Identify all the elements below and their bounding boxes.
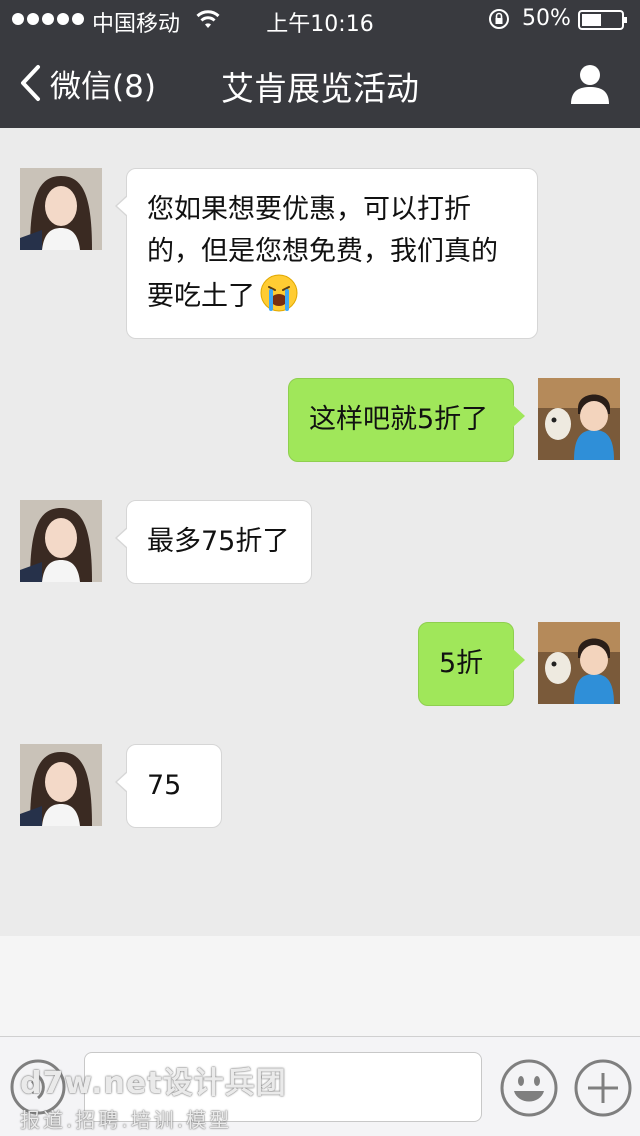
status-bar: 中国移动 上午10:16 50%: [0, 0, 640, 40]
avatar[interactable]: [538, 378, 620, 460]
avatar[interactable]: [538, 622, 620, 704]
top-bar: 中国移动 上午10:16 50% 微信(8) 艾肯展览活动: [0, 0, 640, 128]
avatar[interactable]: [20, 500, 102, 582]
message-input[interactable]: [84, 1052, 482, 1122]
plus-icon[interactable]: [574, 1059, 632, 1117]
emoji-icon[interactable]: [500, 1059, 558, 1117]
message-list[interactable]: 您如果想要优惠，可以打折的，但是您想免费，我们真的要吃土了 这样吧就5折了 最多…: [0, 128, 640, 936]
message-bubble[interactable]: 最多75折了: [115, 500, 312, 584]
avatar[interactable]: [20, 168, 102, 250]
input-toolbar: [0, 1036, 640, 1136]
compose-area: [0, 936, 640, 1036]
rotation-lock-icon: [489, 9, 509, 29]
chat-title: 艾肯展览活动: [221, 69, 419, 108]
message-text: 您如果想要优惠，可以打折的，但是您想免费，我们真的要吃土了: [147, 194, 498, 312]
child-avatar-image: [538, 378, 620, 460]
avatar[interactable]: [20, 744, 102, 826]
female-avatar-image: [20, 168, 102, 250]
female-avatar-image: [20, 744, 102, 826]
message-bubble[interactable]: 75: [115, 744, 222, 828]
contact-profile-icon[interactable]: [568, 62, 612, 106]
message-bubble[interactable]: 这样吧就5折了: [288, 378, 525, 462]
female-avatar-image: [20, 500, 102, 582]
child-avatar-image: [538, 622, 620, 704]
battery-percentage: 50%: [522, 6, 571, 31]
message-bubble[interactable]: 5折: [418, 622, 525, 706]
message-bubble[interactable]: 您如果想要优惠，可以打折的，但是您想免费，我们真的要吃土了: [115, 168, 538, 339]
voice-input-icon[interactable]: [10, 1059, 66, 1115]
crying-face-emoji: [260, 274, 298, 312]
battery-icon: [578, 10, 627, 30]
navigation-bar: 微信(8) 艾肯展览活动: [0, 40, 640, 128]
